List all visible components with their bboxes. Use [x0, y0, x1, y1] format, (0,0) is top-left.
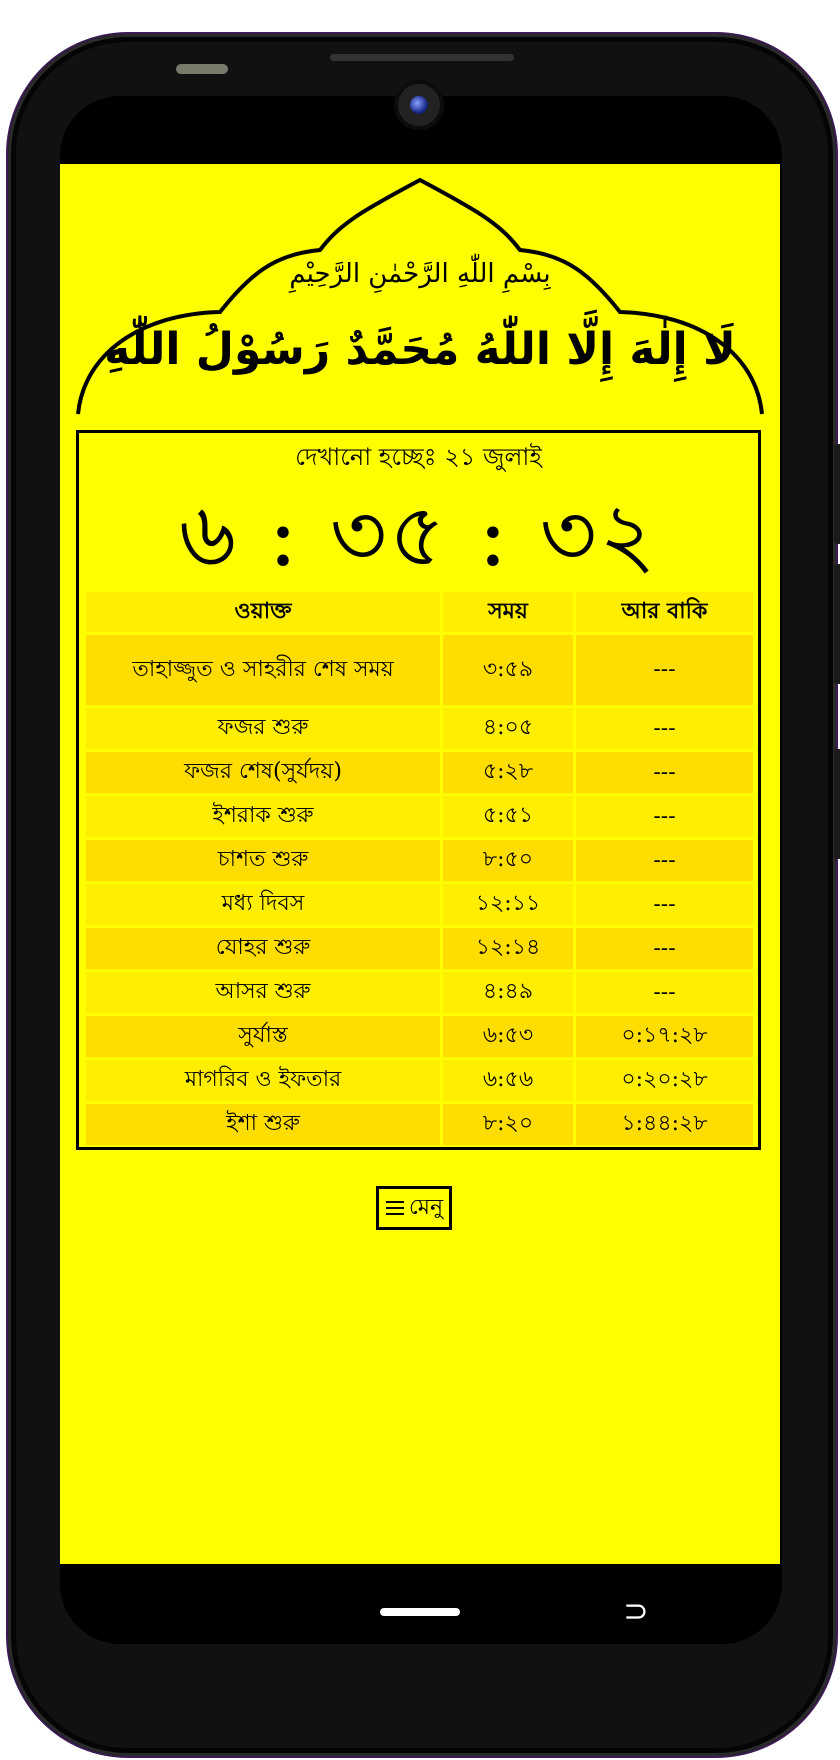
waqt-time: ৮:২০ — [443, 1104, 573, 1145]
waqt-time: ৩:৫৯ — [443, 635, 573, 705]
waqt-name: সুর্যাস্ত — [86, 1016, 441, 1057]
app-screen: بِسْمِ اللّٰهِ الرَّحْمٰنِ الرَّحِيْمِ ل… — [60, 164, 780, 1564]
prayer-times-panel: দেখানো হচ্ছেঃ ২১ জুলাই ৬ : ৩৫ : ৩২ ওয়াক… — [76, 430, 761, 1150]
waqt-remaining: --- — [575, 884, 753, 925]
waqt-time: ৫:৫১ — [443, 796, 573, 837]
waqt-remaining: --- — [575, 928, 753, 969]
waqt-time: ৫:২৮ — [443, 752, 573, 793]
hamburger-icon — [385, 1201, 404, 1215]
header-time: সময় — [443, 592, 573, 632]
waqt-name: চাশত শুরু — [86, 840, 441, 881]
home-gesture-pill[interactable] — [380, 1608, 460, 1616]
header-waqt: ওয়াক্ত — [86, 592, 441, 632]
front-camera-icon — [394, 80, 444, 130]
table-row: যোহর শুরু ১২:১৪ --- — [86, 928, 753, 969]
waqt-name: ফজর শেষ(সুর্যদয়) — [86, 752, 441, 793]
waqt-name: ফজর শুরু — [86, 708, 441, 749]
table-row: সুর্যাস্ত ৬:৫৩ ০:১৭:২৮ — [86, 1016, 753, 1057]
waqt-time: ৬:৫৬ — [443, 1060, 573, 1101]
table-row: ফজর শুরু ৪:০৫ --- — [86, 708, 753, 749]
dome-outline — [76, 177, 764, 415]
volume-down-button — [834, 564, 840, 684]
table-row: মাগরিব ও ইফতার ৬:৫৬ ০:২০:২৮ — [86, 1060, 753, 1101]
waqt-remaining: --- — [575, 752, 753, 793]
menu-button[interactable]: মেনু — [376, 1186, 452, 1230]
current-time-clock: ৬ : ৩৫ : ৩২ — [178, 483, 659, 586]
table-row: মধ্য দিবস ১২:১১ --- — [86, 884, 753, 925]
waqt-remaining: --- — [575, 840, 753, 881]
waqt-name: মধ্য দিবস — [86, 884, 441, 925]
kalima-calligraphy: لَا إِلٰهَ إِلَّا اللّٰهُ مُحَمَّدٌ رَسُ… — [104, 309, 736, 382]
volume-up-button — [834, 444, 840, 544]
system-nav-bar: ⊃ — [60, 1564, 780, 1654]
table-row: ইশরাক শুরু ৫:৫১ --- — [86, 796, 753, 837]
back-icon[interactable]: ⊃ — [616, 1594, 656, 1630]
table-header-row: ওয়াক্ত সময় আর বাকি — [86, 592, 753, 632]
waqt-name: আসর শুরু — [86, 972, 441, 1013]
showing-date-label: দেখানো হচ্ছেঃ ২১ জুলাই — [295, 443, 542, 471]
waqt-time: ৬:৫৩ — [443, 1016, 573, 1057]
waqt-name: মাগরিব ও ইফতার — [86, 1060, 441, 1101]
waqt-remaining: --- — [575, 635, 753, 705]
speaker-grill — [330, 54, 514, 61]
waqt-name: তাহাজ্জুত ও সাহরীর শেষ সময় — [86, 635, 441, 705]
waqt-remaining: ০:১৭:২৮ — [575, 1016, 753, 1057]
waqt-time: ১২:১৪ — [443, 928, 573, 969]
table-row: চাশত শুরু ৮:৫০ --- — [86, 840, 753, 881]
waqt-name: যোহর শুরু — [86, 928, 441, 969]
prayer-times-table: ওয়াক্ত সময় আর বাকি তাহাজ্জুত ও সাহরীর … — [83, 589, 756, 1148]
waqt-time: ৮:৫০ — [443, 840, 573, 881]
kalima-dome-header: بِسْمِ اللّٰهِ الرَّحْمٰنِ الرَّحِيْمِ ل… — [76, 177, 764, 415]
waqt-remaining: ১:৪৪:২৮ — [575, 1104, 753, 1145]
power-button — [834, 749, 840, 859]
table-row: আসর শুরু ৪:৪৯ --- — [86, 972, 753, 1013]
waqt-remaining: --- — [575, 972, 753, 1013]
menu-label: মেনু — [408, 1194, 444, 1220]
waqt-name: ইশা শুরু — [86, 1104, 441, 1145]
bismillah-calligraphy: بِسْمِ اللّٰهِ الرَّحْمٰنِ الرَّحِيْمِ — [288, 252, 552, 293]
table-row: ফজর শেষ(সুর্যদয়) ৫:২৮ --- — [86, 752, 753, 793]
table-row: ইশা শুরু ৮:২০ ১:৪৪:২৮ — [86, 1104, 753, 1145]
table-row: তাহাজ্জুত ও সাহরীর শেষ সময় ৩:৫৯ --- — [86, 635, 753, 705]
waqt-remaining: --- — [575, 796, 753, 837]
waqt-remaining: --- — [575, 708, 753, 749]
waqt-time: ৪:০৫ — [443, 708, 573, 749]
waqt-time: ৪:৪৯ — [443, 972, 573, 1013]
waqt-time: ১২:১১ — [443, 884, 573, 925]
waqt-name: ইশরাক শুরু — [86, 796, 441, 837]
waqt-remaining: ০:২০:২৮ — [575, 1060, 753, 1101]
header-remaining: আর বাকি — [575, 592, 753, 632]
earpiece — [176, 64, 228, 74]
